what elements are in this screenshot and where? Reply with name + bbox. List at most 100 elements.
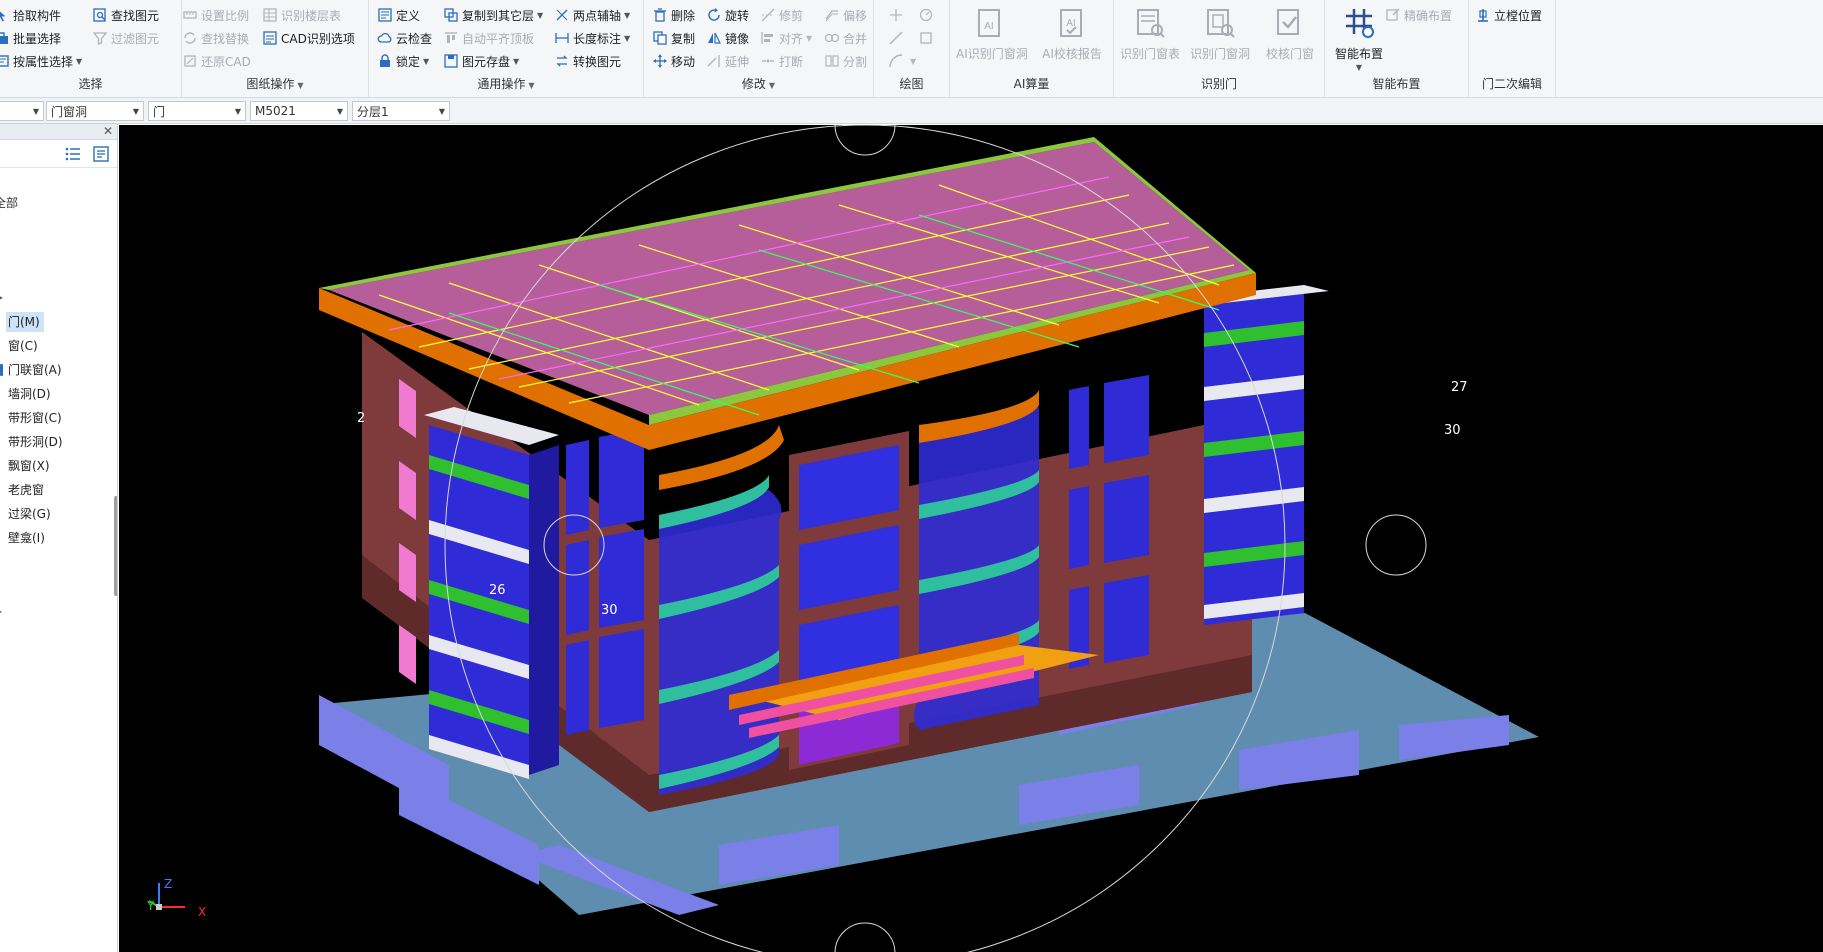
identify-door-window-table-button[interactable]: 识别门窗表 (1116, 4, 1184, 74)
break-label: 打断 (779, 54, 804, 69)
element-name-select[interactable]: M5021 ▼ (250, 101, 348, 121)
ribbon-group-common-ops-label[interactable]: 通用操作 ▼ (369, 75, 643, 92)
tree-item-label: 墙洞(D) (8, 387, 51, 401)
tree-item-door-window-combo[interactable]: 门联窗(A) (0, 360, 66, 380)
split-button[interactable]: 分割 (824, 51, 867, 71)
type-select[interactable]: 门 ▼ (148, 101, 246, 121)
auto-align-top-slab-button[interactable]: 自动平齐顶板 (443, 28, 534, 48)
ai-identify-icon: AI (973, 6, 1007, 40)
ribbon-group-modify-label[interactable]: 修改 ▼ (644, 75, 873, 92)
draw-arc-button[interactable]: ▼ (888, 51, 916, 71)
arc-icon (888, 53, 904, 69)
tree-item-window[interactable]: 窗(C) (6, 336, 42, 356)
ribbon-group-drawing-ops-label[interactable]: 图纸操作 ▼ (182, 75, 368, 92)
identify-door-window-table-label: 识别门窗表 (1119, 47, 1180, 61)
check-door-window-button[interactable]: 校核门窗 (1256, 4, 1324, 74)
merge-button[interactable]: 合并 (824, 28, 867, 48)
ribbon-group-secondary-edit-label: 门二次编辑 (1481, 77, 1542, 91)
tree-item-strip-hole[interactable]: 带形洞(D) (6, 432, 67, 452)
tree-item-strip-window[interactable]: 带形窗(C) (6, 408, 66, 428)
lock-button[interactable]: 锁定 ▼ (377, 51, 429, 71)
ai-check-report-button[interactable]: AI AI校核报告 (1038, 4, 1106, 74)
delete-button[interactable]: 删除 (652, 5, 695, 25)
break-button[interactable]: 打断 (760, 51, 803, 71)
ribbon-group-draw: ▼ 绘图 (874, 0, 950, 97)
convert-element-button[interactable]: 转换图元 (554, 51, 621, 71)
align-top-icon (443, 30, 459, 46)
two-point-axis-button[interactable]: 两点辅轴 ▼ (554, 5, 630, 25)
tree-item-lintel[interactable]: 过梁(G) (6, 504, 55, 524)
tree-item-niche[interactable]: 壁龛(I) (6, 528, 49, 548)
length-dimension-button[interactable]: 长度标注 ▼ (554, 28, 630, 48)
pick-element-button[interactable]: 拾取构件 (0, 5, 61, 25)
merge-icon (824, 30, 840, 46)
rotate-icon (706, 7, 722, 23)
chevron-down-icon: ▼ (910, 56, 917, 66)
tree-item-bay-window[interactable]: 飘窗(X) (6, 456, 54, 476)
precise-place-button[interactable]: 精确布置 (1385, 5, 1452, 25)
filter-element-button[interactable]: 过滤图元 (92, 28, 159, 48)
mirror-button[interactable]: 镜像 (706, 28, 749, 48)
smart-place-label: 智能布置 (1334, 47, 1383, 61)
offset-button[interactable]: 偏移 (824, 5, 867, 25)
tree-item-door[interactable]: 门(M) (6, 312, 44, 332)
ribbon-group-smart: 智能布置 ▼ 精确布置 智能布置 (1325, 0, 1469, 97)
tree-expander-collapsed[interactable]: ▸ (0, 604, 2, 618)
select-by-attribute-button[interactable]: 按属性选择 ▼ (0, 51, 82, 71)
extend-button[interactable]: 延伸 (706, 51, 749, 71)
ribbon-group-identify-door-label: 识别门 (1200, 77, 1237, 91)
align-button[interactable]: 对齐 ▼ (760, 28, 812, 48)
find-replace-label: 查找替换 (201, 31, 250, 46)
restore-cad-button[interactable]: 还原CAD (182, 51, 251, 71)
define-button[interactable]: 定义 (377, 5, 420, 25)
draw-point-button[interactable] (888, 5, 907, 25)
category-select[interactable]: 门窗洞 ▼ (46, 101, 144, 121)
select-by-attribute-label: 按属性选择 (13, 54, 74, 69)
type-select-value: 门 (153, 104, 166, 119)
copy-button[interactable]: 复制 (652, 28, 695, 48)
tree-item-label: 飘窗(X) (8, 459, 50, 473)
panel-scrollbar[interactable] (114, 496, 117, 596)
chevron-down-icon: ▼ (624, 10, 631, 20)
break-icon (760, 53, 776, 69)
find-element-button[interactable]: 查找图元 (92, 5, 159, 25)
rotate-button[interactable]: 旋转 (706, 5, 749, 25)
convert-icon (554, 53, 570, 69)
identify-door-window-hole-button[interactable]: 识别门窗洞 (1186, 4, 1254, 74)
tree-expander[interactable]: ▸ (0, 290, 3, 304)
draw-rectangle-button[interactable] (918, 28, 937, 48)
chevron-down-icon: ▼ (297, 81, 304, 90)
cloud-check-label: 云检查 (396, 31, 433, 46)
draw-rotate-point-button[interactable] (918, 5, 937, 25)
3d-viewport[interactable]: Z Y X 26 30 27 30 2 (119, 125, 1823, 952)
building-model-3d[interactable] (119, 125, 1823, 952)
south-windows-left (566, 429, 644, 735)
smart-place-button[interactable]: 智能布置 ▼ (1325, 4, 1393, 74)
batch-select-button[interactable]: 批量选择 (0, 28, 61, 48)
floor-select[interactable]: ▼ (0, 101, 44, 121)
identify-floor-table-button[interactable]: 识别楼层表 (262, 5, 341, 25)
lock-icon (377, 53, 393, 69)
copy-label: 复制 (671, 31, 696, 46)
find-replace-button[interactable]: 查找替换 (182, 28, 249, 48)
chevron-down-icon: ▼ (76, 56, 83, 66)
properties-icon[interactable] (92, 145, 110, 163)
move-button[interactable]: 移动 (652, 51, 695, 71)
cad-identify-options-button[interactable]: CAD识别选项 (262, 28, 355, 48)
tree-item-dormer-window[interactable]: 老虎窗 (6, 480, 48, 500)
list-view-icon[interactable] (64, 145, 82, 163)
app-window: 拾取构件 批量选择 按属性选择 ▼ 查找图元 过滤图元 选择 设置比例 查找替换… (0, 0, 1823, 952)
trim-icon (760, 7, 776, 23)
draw-line-button[interactable] (888, 28, 907, 48)
cloud-check-button[interactable]: 云检查 (377, 28, 432, 48)
frame-position-button[interactable]: 立樘位置 (1475, 5, 1542, 25)
layer-select[interactable]: 分层1 ▼ (352, 101, 450, 121)
close-icon[interactable]: ✕ (103, 124, 113, 138)
tree-item-wall-hole[interactable]: 墙洞(D) (6, 384, 55, 404)
copy-to-other-floor-button[interactable]: 复制到其它层 ▼ (443, 5, 543, 25)
element-save-button[interactable]: 图元存盘 ▼ (443, 51, 519, 71)
trim-button[interactable]: 修剪 (760, 5, 803, 25)
tree-item-label: 壁龛(I) (8, 531, 45, 545)
ai-identify-openings-button[interactable]: AI AI识别门窗洞 (956, 4, 1028, 74)
set-scale-button[interactable]: 设置比例 (182, 5, 249, 25)
